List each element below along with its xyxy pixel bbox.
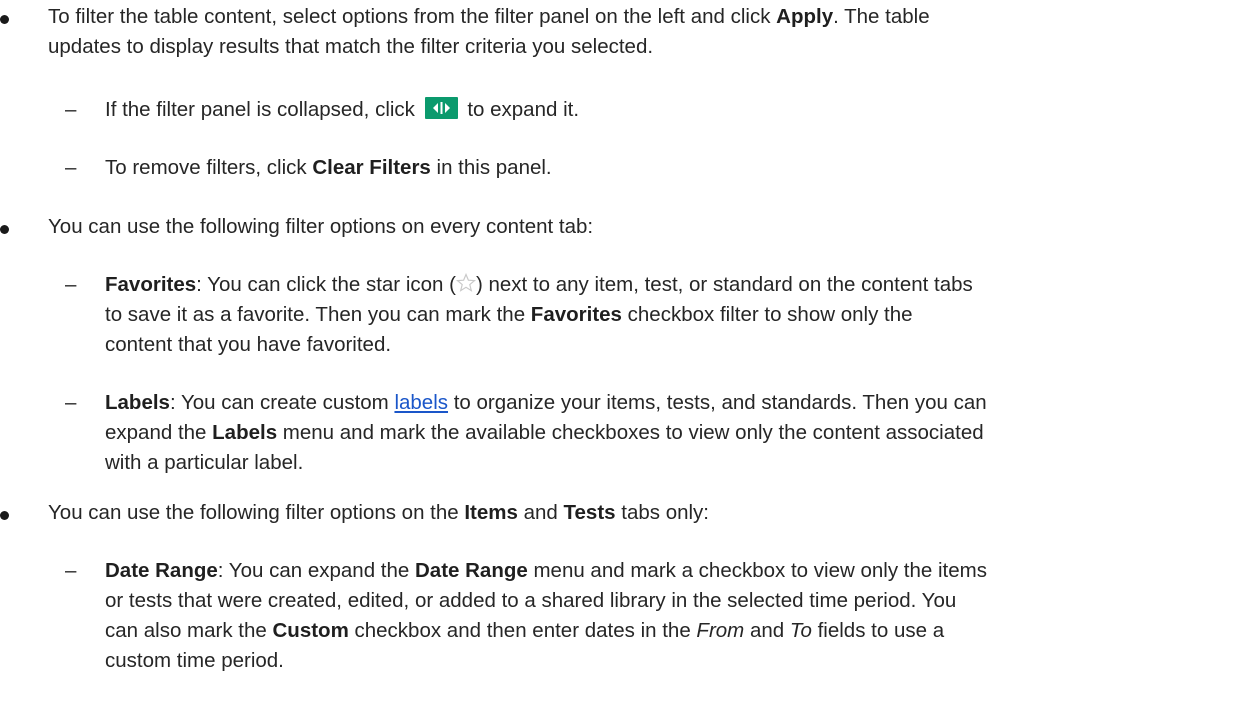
subitem-text-line: Favorites: You can click the star icon (… [105, 273, 973, 296]
tests-term: Tests [563, 501, 616, 524]
subitem-text-line: content that you have favorited. [105, 333, 392, 356]
clear-filters-term: Clear Filters [312, 156, 431, 179]
from-field-term: From [696, 619, 745, 642]
subitem-collapsed-panel: – If the filter panel is collapsed, clic… [65, 95, 580, 125]
bullet-text-line: You can use the following filter options… [48, 215, 594, 238]
dash-marker: – [65, 273, 77, 296]
dash-marker: – [65, 98, 77, 121]
dash-marker: – [65, 391, 77, 414]
subitem-text-line: Labels: You can create custom labels to … [105, 391, 987, 414]
subitem-date-range: – Date Range: You can expand the Date Ra… [65, 556, 987, 676]
labels-link[interactable]: labels [394, 391, 448, 414]
bullet-marker [0, 225, 9, 234]
apply-term: Apply [776, 5, 834, 28]
star-icon [455, 273, 476, 292]
subitem-text-line: If the filter panel is collapsed, click … [105, 97, 580, 121]
favorites-term: Favorites [530, 303, 622, 326]
subitem-favorites: – Favorites: You can click the star icon… [65, 270, 973, 360]
labels-term: Labels [212, 421, 278, 444]
subitem-text-line: To remove filters, click Clear Filters i… [105, 156, 552, 179]
subitem-text-line: custom time period. [105, 649, 284, 672]
bullet-marker [0, 511, 9, 520]
subitem-text-line: Date Range: You can expand the Date Rang… [105, 559, 987, 582]
custom-term: Custom [272, 619, 349, 642]
subitem-labels: – Labels: You can create custom labels t… [65, 388, 987, 478]
subitem-text-line: expand the Labels menu and mark the avai… [105, 421, 984, 444]
date-range-term: Date Range [414, 559, 528, 582]
bullet-text-line: You can use the following filter options… [48, 501, 710, 524]
help-document: To filter the table content, select opti… [0, 0, 1256, 706]
labels-term: Labels [105, 391, 170, 414]
subitem-text-line: can also mark the Custom checkbox and th… [105, 619, 945, 642]
subitem-remove-filters: – To remove filters, click Clear Filters… [65, 153, 552, 183]
items-term: Items [464, 501, 518, 524]
subitem-text-line: to save it as a favorite. Then you can m… [105, 303, 913, 326]
bullet-text-line: updates to display results that match th… [48, 35, 654, 58]
bullet-marker [0, 15, 9, 24]
to-field-term: To [789, 619, 812, 642]
subitem-text-line: with a particular label. [105, 451, 304, 474]
subitem-text-line: or tests that were created, edited, or a… [105, 589, 957, 612]
bullet-items-tests-tabs: You can use the following filter options… [0, 498, 710, 528]
expand-panel-icon [424, 97, 458, 119]
dash-marker: – [65, 156, 77, 179]
date-range-term: Date Range [105, 559, 218, 582]
bullet-every-tab: You can use the following filter options… [0, 212, 594, 242]
favorites-term: Favorites [105, 273, 197, 296]
dash-marker: – [65, 559, 77, 582]
bullet-text-line: To filter the table content, select opti… [48, 5, 930, 28]
bullet-filter-table: To filter the table content, select opti… [0, 2, 930, 62]
